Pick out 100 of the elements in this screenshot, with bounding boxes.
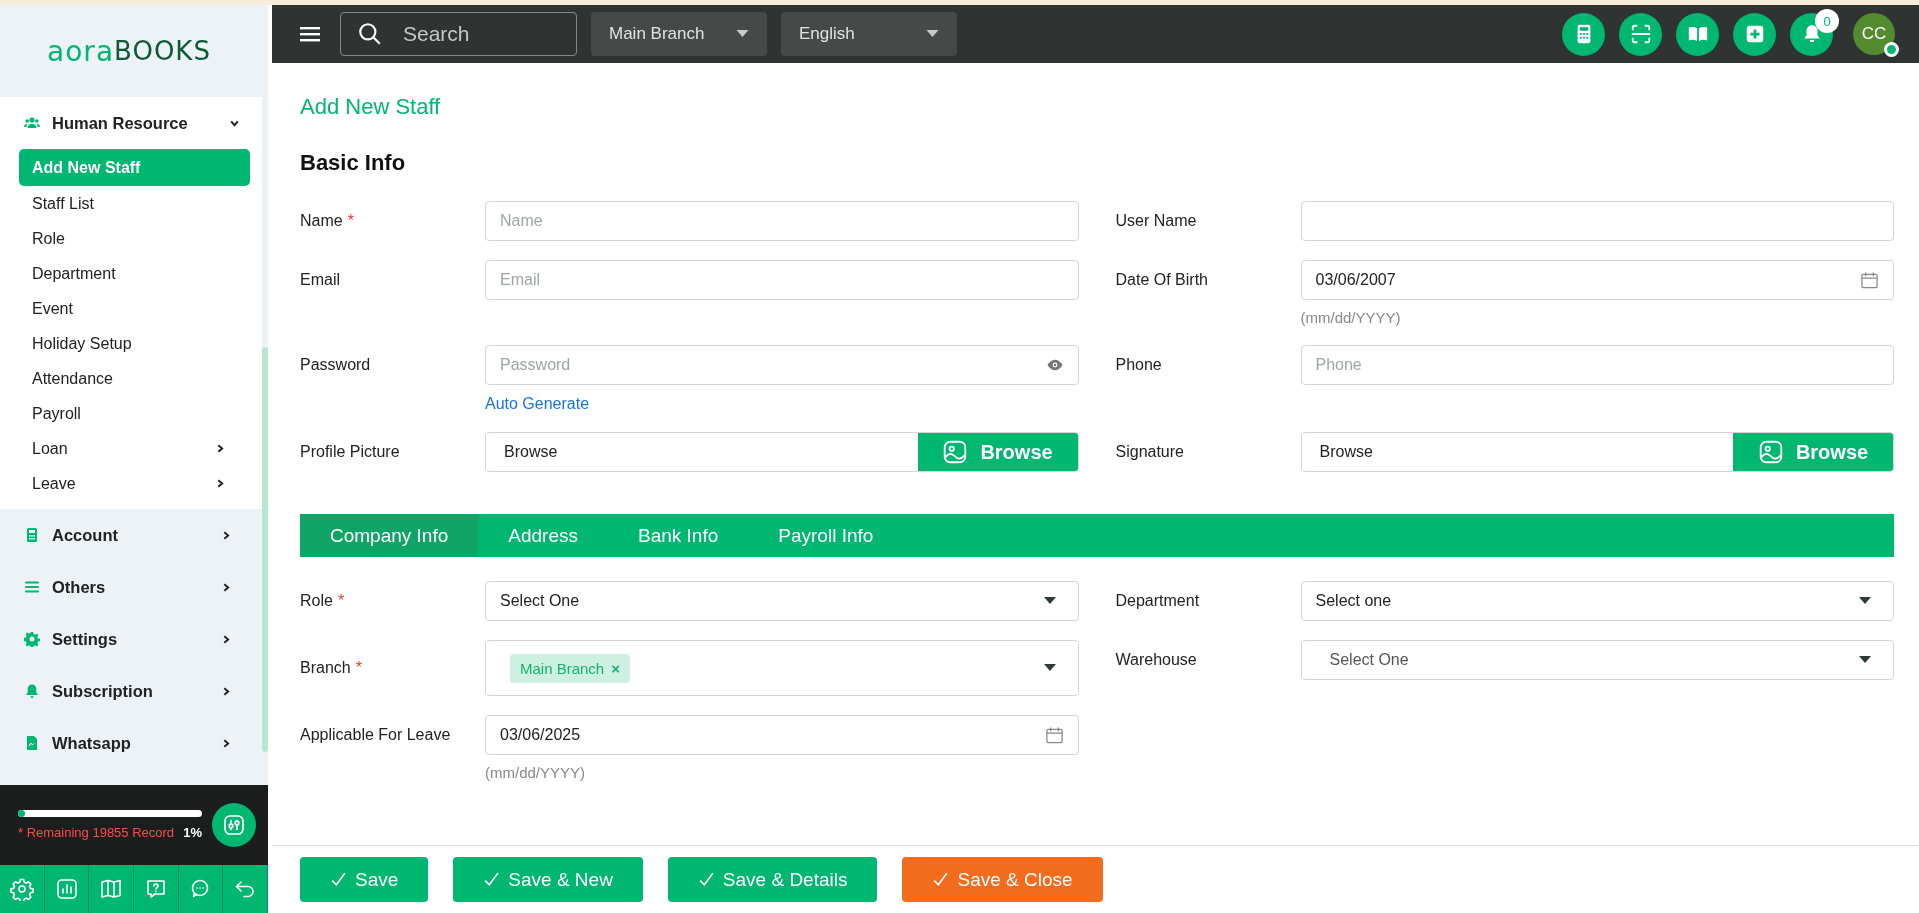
image-icon <box>1757 439 1784 465</box>
menu-group-label: Account <box>52 525 119 545</box>
list-icon <box>24 579 40 595</box>
field-label: Department <box>1115 592 1200 610</box>
password-input[interactable]: Password <box>500 356 1038 374</box>
menu-group-label: Human Resource <box>52 113 189 133</box>
caret-icon <box>926 30 939 38</box>
text-input[interactable]: Name <box>485 201 1079 241</box>
select-field[interactable]: Select One <box>1300 640 1894 680</box>
field-label: Email <box>300 271 340 289</box>
sliders-button[interactable] <box>212 803 256 847</box>
menu-item[interactable]: Staff List <box>19 186 250 221</box>
auto-generate-link[interactable]: Auto Generate <box>485 395 590 413</box>
menu-icon <box>300 26 320 42</box>
eye-icon <box>1045 359 1064 371</box>
page-title: Add New Staff <box>300 93 442 121</box>
menu-group[interactable]: Whatsapp <box>0 717 262 769</box>
caret-icon <box>1043 597 1056 605</box>
branch-select[interactable]: Main Branch <box>591 12 767 56</box>
check-icon <box>330 871 347 888</box>
check-icon <box>697 871 715 888</box>
menu-group[interactable]: Settings <box>0 613 262 665</box>
calculator-icon <box>24 527 40 543</box>
check-icon <box>483 871 501 888</box>
menu-item-label: Event <box>32 299 74 318</box>
scrollbar-thumb[interactable] <box>262 347 268 752</box>
field-label: User Name <box>1115 212 1197 230</box>
field-label: Phone <box>1115 356 1162 374</box>
bell-icon <box>24 683 40 699</box>
menu-item-label: Leave <box>32 474 77 493</box>
select-field[interactable]: Select One <box>485 581 1079 621</box>
menu-item[interactable]: Loan <box>19 431 250 466</box>
menu-item[interactable]: Payroll <box>19 396 250 431</box>
menu-item[interactable]: Holiday Setup <box>19 326 250 361</box>
menu-group-label: Settings <box>52 629 119 649</box>
logo-text-first: aora <box>47 34 115 68</box>
menu-item-label: Add New Staff <box>32 158 142 177</box>
settings-icon <box>9 877 34 901</box>
date-input[interactable]: 03/06/2007 <box>1315 271 1852 289</box>
menu-item[interactable]: Leave <box>19 466 250 501</box>
bar-chart-icon <box>54 877 79 901</box>
menu-group-label: Others <box>52 577 107 597</box>
menu-group-label: Whatsapp <box>52 733 132 753</box>
password-field[interactable]: Password <box>485 345 1079 385</box>
date-format-hint: (mm/dd/YYYY) <box>485 764 587 781</box>
menu-item-label: Payroll <box>32 404 82 423</box>
caret-icon <box>1859 656 1871 664</box>
text-input[interactable]: Email <box>485 260 1079 300</box>
field-label: Name <box>300 212 343 230</box>
field-label: Signature <box>1115 443 1184 461</box>
menu-item[interactable]: Attendance <box>19 361 250 396</box>
menu-item-label: Role <box>32 229 66 248</box>
date-field[interactable]: 03/06/2007 <box>1300 260 1894 300</box>
calendar-icon <box>1044 725 1064 745</box>
usage-percent: 1% <box>183 825 202 840</box>
search-icon <box>357 21 383 47</box>
search-input[interactable]: Search <box>401 21 551 47</box>
menu-item[interactable]: Event <box>19 291 250 326</box>
required-asterisk: * <box>347 212 354 230</box>
scan-button[interactable] <box>1619 12 1662 56</box>
remaining-records-text: * Remaining 19855 Record <box>18 825 175 840</box>
section-heading: Basic Info <box>300 149 407 177</box>
menu-item-label: Loan <box>32 439 69 458</box>
date-input[interactable]: 03/06/2025 <box>500 726 1037 744</box>
required-asterisk: * <box>355 659 362 677</box>
field-label: Branch <box>300 659 351 677</box>
text-input[interactable]: Phone <box>1300 345 1894 385</box>
menu-item[interactable]: Role <box>19 221 250 256</box>
document-icon <box>24 735 40 751</box>
file-upload-field[interactable]: Browse Browse <box>485 432 1079 472</box>
language-select[interactable]: English <box>781 12 957 56</box>
gear-icon <box>24 631 40 647</box>
menu-item-label: Holiday Setup <box>32 334 133 353</box>
field-label: Role <box>300 592 333 610</box>
caret-icon <box>736 30 749 38</box>
menu-group[interactable]: Human Resource <box>0 97 262 149</box>
menu-group[interactable]: Account <box>0 509 262 561</box>
notification-badge: 0 <box>1815 9 1839 33</box>
menu-group[interactable]: Others <box>0 561 262 613</box>
field-label: Password <box>300 356 371 374</box>
menu-group[interactable]: Subscription <box>0 665 262 717</box>
search-field[interactable]: Search <box>340 12 577 56</box>
field-label: Applicable For Leave <box>300 726 451 744</box>
check-icon <box>932 871 950 888</box>
scan-icon <box>1629 23 1652 45</box>
date-field[interactable]: 03/06/2025 <box>485 715 1079 755</box>
select-field[interactable]: Select one <box>1300 581 1894 621</box>
caret-icon <box>1859 597 1871 605</box>
plus-button[interactable] <box>1733 12 1776 56</box>
menu-item[interactable]: Department <box>19 256 250 291</box>
calculator-button[interactable] <box>1562 12 1605 56</box>
field-label: Date Of Birth <box>1115 271 1208 289</box>
image-icon <box>942 439 969 465</box>
file-upload-field[interactable]: Browse Browse <box>1300 432 1894 472</box>
menu-item-label: Department <box>32 264 117 283</box>
required-asterisk: * <box>337 592 345 610</box>
caret-icon <box>1043 664 1056 672</box>
tag-label: Main Branch <box>520 659 605 677</box>
text-input[interactable] <box>1300 201 1894 241</box>
menu-button[interactable] <box>300 26 320 42</box>
